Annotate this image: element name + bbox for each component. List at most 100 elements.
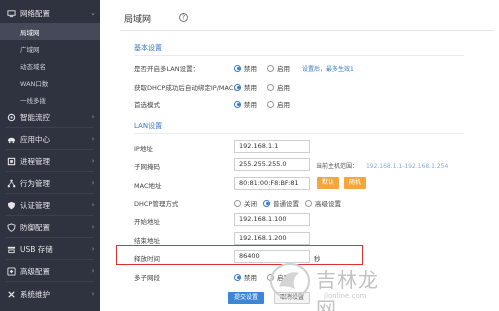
sidebar-sub-wan-count[interactable]: WAN口数 xyxy=(0,74,100,91)
mac-input[interactable]: 80:81:00:F8:BF:81 xyxy=(234,177,310,190)
range-hint-value: 192.168.1.1-192.168.1.254 xyxy=(365,163,449,170)
sidebar-item-label: 应用中心 xyxy=(20,134,50,144)
start-address-label: 开始地址 xyxy=(134,218,160,226)
sidebar-item-label: 进程管理 xyxy=(20,156,50,166)
sidebar-sub-lan[interactable]: 局域网 xyxy=(0,23,100,40)
ip-label: IP地址 xyxy=(134,145,153,153)
sidebar-item-label: 认证管理 xyxy=(20,200,50,210)
dhcp-mode-off-radio[interactable]: 关闭 xyxy=(234,198,257,208)
dhcp-bind-enable-radio[interactable]: 启用 xyxy=(267,82,290,92)
mac-label: MAC地址 xyxy=(134,182,162,190)
sidebar-item-label: 高级配置 xyxy=(20,266,50,276)
radio-label: 普通设置 xyxy=(273,200,299,208)
sidebar-item-app-center[interactable]: 应用中心 › xyxy=(0,128,100,150)
section-lan: LAN设置 xyxy=(134,122,163,130)
dhcp-mode-normal-radio[interactable]: 普通设置 xyxy=(263,198,299,208)
sidebar-item-advanced[interactable]: 高级配置 › xyxy=(0,260,100,282)
multi-lan-enable-radio[interactable]: 启用 xyxy=(267,63,290,73)
end-address-label: 结束地址 xyxy=(134,237,160,245)
help-icon[interactable]: ? xyxy=(179,13,188,22)
multi-subnet-disable-radio[interactable]: 禁用 xyxy=(234,272,257,282)
radio-unselected-icon xyxy=(267,100,274,108)
radio-selected-icon xyxy=(234,273,241,281)
radio-label: 关闭 xyxy=(244,200,257,208)
radio-selected-icon xyxy=(234,83,241,91)
radio-unselected-icon xyxy=(267,83,274,91)
radio-label: 高级设置 xyxy=(315,200,341,208)
tools-icon xyxy=(2,290,20,299)
mac-random-button[interactable]: 随机 xyxy=(344,177,366,189)
sidebar-sub-wan[interactable]: 广域网 xyxy=(0,40,100,57)
sidebar-sub-label: 广域网 xyxy=(20,45,40,54)
range-hint: 当前主机范围： 192.168.1.1-192.168.1.254 xyxy=(316,161,448,170)
usb-icon xyxy=(2,245,20,254)
radio-label: 启用 xyxy=(277,65,290,73)
chevron-right-icon: › xyxy=(91,179,95,187)
mask-input[interactable]: 255.255.255.0 xyxy=(234,158,310,171)
sidebar: 网络配置 ⌄ 局域网 广域网 动态域名 WAN口数 一线多拨 智能流控 › 应用… xyxy=(0,0,100,311)
chevron-right-icon: › xyxy=(91,157,95,165)
sidebar-item-flow-control[interactable]: 智能流控 › xyxy=(0,106,100,128)
sidebar-sub-label: 一线多拨 xyxy=(20,96,46,105)
preferred-enable-radio[interactable]: 启用 xyxy=(267,99,290,109)
radio-unselected-icon xyxy=(267,64,274,72)
flow-control-icon xyxy=(2,113,20,122)
multi-lan-link[interactable]: 设置后，最多生效1 xyxy=(302,64,354,73)
divider xyxy=(120,30,494,31)
sidebar-item-usb[interactable]: USB 存储 › xyxy=(0,238,100,260)
dhcp-bind-radio-group: 禁用 启用 xyxy=(234,82,300,92)
dhcp-bind-disable-radio[interactable]: 禁用 xyxy=(234,82,257,92)
watermark: 吉林龙网 jlonline.com xyxy=(264,257,399,311)
sidebar-item-process[interactable]: 进程管理 › xyxy=(0,150,100,172)
radio-label: 禁用 xyxy=(244,101,257,109)
radio-unselected-icon xyxy=(305,199,312,207)
radio-selected-icon xyxy=(234,64,241,72)
sidebar-sub-ddns[interactable]: 动态域名 xyxy=(0,57,100,74)
preferred-mode-radio-group: 禁用 启用 xyxy=(234,99,300,109)
sidebar-sub-label: 局域网 xyxy=(20,28,40,37)
dhcp-bind-label: 获取DHCP成功后自动绑定IP/MAC： xyxy=(134,84,240,92)
section-basic: 基本设置 xyxy=(134,44,162,52)
radio-selected-icon xyxy=(234,100,241,108)
divider xyxy=(6,281,94,282)
radio-label: 启用 xyxy=(277,84,290,92)
network-icon xyxy=(2,9,20,18)
chevron-right-icon: › xyxy=(91,267,95,275)
ip-input[interactable]: 192.168.1.1 xyxy=(234,140,310,153)
sidebar-item-label: 系统维护 xyxy=(20,289,50,299)
preferred-disable-radio[interactable]: 禁用 xyxy=(234,99,257,109)
dhcp-mode-label: DHCP管理方式 xyxy=(134,200,179,208)
chevron-right-icon: › xyxy=(91,290,95,298)
radio-label: 禁用 xyxy=(244,84,257,92)
chevron-right-icon: › xyxy=(91,223,95,231)
defense-shield-icon xyxy=(2,222,20,232)
sidebar-item-auth[interactable]: 认证管理 › xyxy=(0,194,100,216)
divider xyxy=(134,133,464,134)
sidebar-item-label: 智能流控 xyxy=(20,112,50,122)
app-center-icon xyxy=(2,135,20,144)
sidebar-item-label: USB 存储 xyxy=(20,244,53,254)
radio-label: 禁用 xyxy=(244,274,257,282)
mask-label: 子网掩码 xyxy=(134,163,160,171)
radio-unselected-icon xyxy=(234,199,241,207)
sidebar-item-network[interactable]: 网络配置 ⌄ xyxy=(0,2,100,24)
watermark-logo-icon xyxy=(270,263,310,299)
sidebar-item-maintenance[interactable]: 系统维护 › xyxy=(0,283,100,305)
end-address-input[interactable]: 192.168.1.200 xyxy=(234,232,310,245)
watermark-url: jlonline.com xyxy=(324,292,367,300)
multi-lan-disable-radio[interactable]: 禁用 xyxy=(234,63,257,73)
chevron-right-icon: › xyxy=(91,135,95,143)
behavior-icon xyxy=(2,179,20,188)
sidebar-item-behavior[interactable]: 行为管理 › xyxy=(0,172,100,194)
radio-label: 启用 xyxy=(277,101,290,109)
radio-label: 禁用 xyxy=(244,65,257,73)
radio-selected-icon xyxy=(263,199,270,207)
submit-button[interactable]: 提交设置 xyxy=(228,292,264,304)
preferred-mode-label: 首选模式 xyxy=(134,101,160,109)
sidebar-item-defense[interactable]: 防御配置 › xyxy=(0,216,100,238)
sidebar-item-label: 行为管理 xyxy=(20,178,50,188)
chevron-right-icon: › xyxy=(91,201,95,209)
start-address-input[interactable]: 192.168.1.100 xyxy=(234,213,310,226)
mac-default-button[interactable]: 默认 xyxy=(317,177,339,189)
dhcp-mode-advanced-radio[interactable]: 高级设置 xyxy=(305,198,341,208)
